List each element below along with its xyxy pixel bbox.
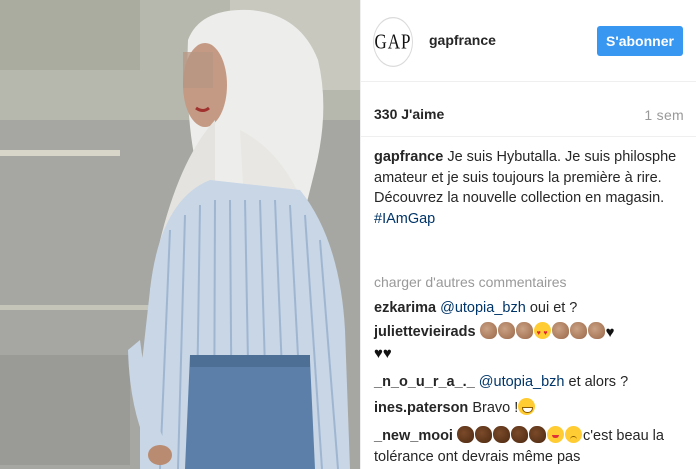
likes-divider	[361, 136, 696, 137]
clap-icon	[551, 322, 569, 339]
black-heart-icon: ♥	[382, 345, 392, 362]
comment-mention[interactable]: @utopia_bzh	[440, 300, 526, 316]
likes-count[interactable]: 330 J'aime	[374, 106, 444, 122]
clap-icon	[587, 322, 605, 339]
account-avatar[interactable]: GAP	[373, 17, 413, 67]
header-divider	[361, 81, 696, 82]
caption-text-2: Découvrez la nouvelle collection en maga…	[374, 190, 665, 206]
black-heart-icon: ♥	[374, 345, 383, 362]
comment: _new_mooi c'est beau la tolérance ont de…	[374, 426, 689, 468]
post-header: GAP gapfrance S'abonner	[361, 0, 696, 80]
comment-username[interactable]: juliettevieirads	[374, 324, 476, 340]
comment-username[interactable]: _new_mooi	[374, 428, 453, 444]
sad-face-icon	[565, 426, 582, 443]
dark-clap-icon	[475, 426, 492, 443]
dark-clap-icon	[511, 426, 528, 443]
post-time[interactable]: 1 sem	[644, 107, 684, 123]
account-username[interactable]: gapfrance	[429, 32, 496, 48]
comment-mention[interactable]: @utopia_bzh	[479, 374, 565, 390]
photo-illustration	[0, 0, 360, 469]
comment: ezkarima @utopia_bzh oui et ?	[374, 298, 689, 319]
caption-username[interactable]: gapfrance	[374, 149, 443, 165]
grinning-face-icon	[518, 398, 536, 415]
comment-text: et alors ?	[568, 374, 629, 390]
dark-clap-icon	[529, 426, 546, 443]
comment: _n_o_u_r_a_._ @utopia_bzh et alors ?	[374, 372, 689, 393]
comment-username[interactable]: ezkarima	[374, 300, 436, 316]
load-more-comments[interactable]: charger d'autres commentaires	[374, 274, 567, 290]
clap-icon	[479, 322, 497, 339]
comment-text: Bravo !	[472, 400, 519, 416]
winking-kiss-icon	[547, 426, 564, 443]
follow-button[interactable]: S'abonner	[597, 26, 683, 56]
dark-clap-icon	[457, 426, 474, 443]
black-heart-icon: ♥	[605, 324, 615, 341]
heart-eyes-icon	[533, 322, 551, 344]
comment-username[interactable]: ines.paterson	[374, 400, 468, 416]
comment: juliettevieirads ♥ ♥ ♥	[374, 322, 689, 364]
comment-text: oui et ?	[529, 300, 578, 316]
post-photo	[0, 0, 360, 469]
comment-username[interactable]: _n_o_u_r_a_._	[374, 374, 475, 390]
clap-icon	[497, 322, 515, 339]
dark-clap-icon	[493, 426, 510, 443]
comment: ines.paterson Bravo !	[374, 398, 689, 419]
clap-icon	[569, 322, 587, 339]
post-caption: gapfrance Je suis Hybutalla. Je suis phi…	[374, 147, 684, 229]
caption-hashtag[interactable]: #IAmGap	[374, 211, 435, 227]
post-details-panel: GAP gapfrance S'abonner 330 J'aime 1 sem…	[360, 0, 696, 469]
clap-icon	[515, 322, 533, 339]
